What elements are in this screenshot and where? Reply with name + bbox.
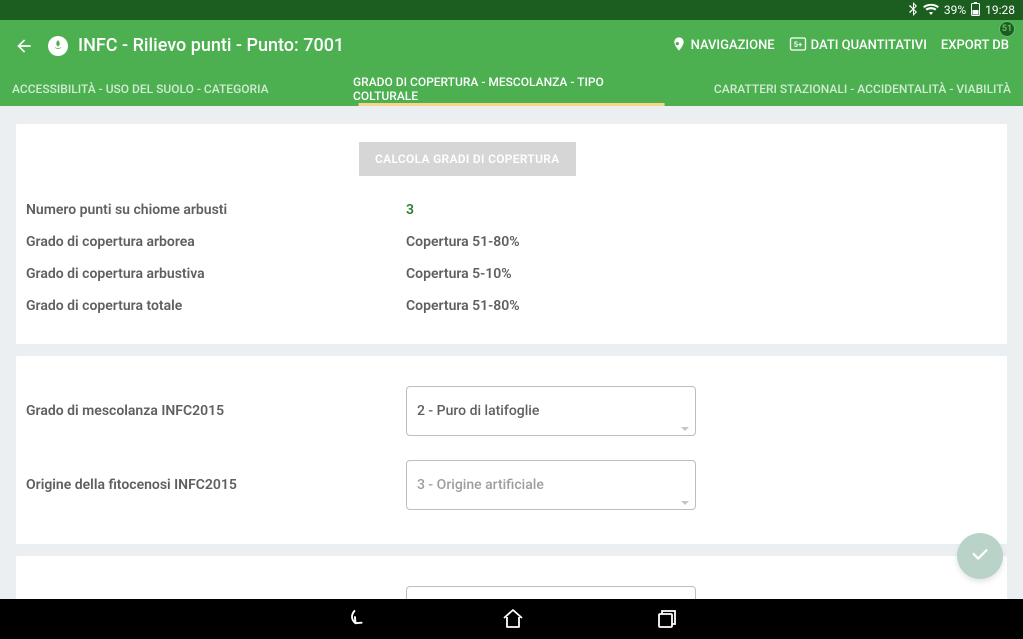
dati-quantitativi-label: DATI QUANTITATIVI bbox=[811, 38, 927, 53]
dati-quantitativi-button[interactable]: 5+ DATI QUANTITATIVI bbox=[789, 36, 927, 56]
wifi-icon bbox=[923, 3, 939, 18]
field-row: Grado di copertura totale Copertura 51-8… bbox=[16, 290, 1007, 322]
field-row: Grado di copertura arbustiva Copertura 5… bbox=[16, 258, 1007, 290]
card-tipo-colturale: Tipo colturale INFC2015 bbox=[16, 556, 1007, 599]
svg-text:5+: 5+ bbox=[793, 40, 801, 49]
bluetooth-icon bbox=[908, 2, 918, 19]
tab-label: ACCESSIBILITÀ - USO DEL SUOLO - CATEGORI… bbox=[12, 82, 269, 96]
select-origine-fitocenosi[interactable]: 3 - Origine artificiale bbox=[406, 460, 696, 510]
nav-back-button[interactable] bbox=[345, 606, 371, 632]
select-row: Tipo colturale INFC2015 bbox=[16, 574, 1007, 599]
check-icon bbox=[969, 543, 991, 569]
nav-recent-button[interactable] bbox=[655, 607, 679, 631]
tab-accessibilita[interactable]: ACCESSIBILITÀ - USO DEL SUOLO - CATEGORI… bbox=[0, 71, 341, 106]
select-label: Origine della fitocenosi INFC2015 bbox=[26, 477, 406, 493]
app-bar: INFC - Rilievo punti - Punto: 7001 NAVIG… bbox=[0, 20, 1023, 71]
status-bar: 39% 19:28 51 bbox=[0, 0, 1023, 20]
field-row: Numero punti su chiome arbusti 3 bbox=[16, 194, 1007, 226]
field-value: 3 bbox=[406, 202, 696, 218]
system-nav-bar bbox=[0, 599, 1023, 639]
tab-grado-copertura[interactable]: GRADO DI COPERTURA - MESCOLANZA - TIPO C… bbox=[341, 71, 682, 106]
confirm-fab[interactable] bbox=[957, 533, 1003, 579]
app-logo-icon bbox=[48, 36, 68, 56]
field-value: Copertura 51-80% bbox=[406, 234, 696, 250]
calcola-button[interactable]: CALCOLA GRADI DI COPERTURA bbox=[359, 142, 576, 176]
select-row: Origine della fitocenosi INFC2015 3 - Or… bbox=[16, 448, 1007, 522]
select-mescolanza[interactable]: 2 - Puro di latifoglie bbox=[406, 386, 696, 436]
select-label: Grado di mescolanza INFC2015 bbox=[26, 403, 406, 419]
navigazione-label: NAVIGAZIONE bbox=[691, 38, 775, 53]
select-tipo-colturale[interactable] bbox=[406, 586, 696, 599]
back-button[interactable] bbox=[14, 36, 34, 56]
field-label: Grado di copertura arbustiva bbox=[26, 266, 406, 282]
page-title: INFC - Rilievo punti - Punto: 7001 bbox=[78, 35, 671, 56]
location-icon bbox=[671, 36, 687, 56]
field-value: Copertura 51-80% bbox=[406, 298, 696, 314]
export-db-button[interactable]: EXPORT DB bbox=[941, 38, 1009, 53]
card-mescolanza: Grado di mescolanza INFC2015 2 - Puro di… bbox=[16, 356, 1007, 544]
content-scroll[interactable]: CALCOLA GRADI DI COPERTURA Numero punti … bbox=[0, 106, 1023, 599]
battery-pct: 39% bbox=[944, 3, 966, 17]
tab-caratteri-stazionali[interactable]: CARATTERI STAZIONALI - ACCIDENTALITÀ - V… bbox=[682, 71, 1023, 106]
nav-home-button[interactable] bbox=[501, 607, 525, 631]
field-label: Grado di copertura totale bbox=[26, 298, 406, 314]
tab-label: CARATTERI STAZIONALI - ACCIDENTALITÀ - V… bbox=[714, 82, 1011, 96]
select-row: Grado di mescolanza INFC2015 2 - Puro di… bbox=[16, 374, 1007, 448]
chevron-down-icon bbox=[681, 427, 689, 431]
field-label: Grado di copertura arborea bbox=[26, 234, 406, 250]
notification-badge-container: 51 bbox=[999, 20, 1015, 37]
data-icon: 5+ bbox=[789, 36, 807, 56]
navigazione-button[interactable]: NAVIGAZIONE bbox=[671, 36, 775, 56]
select-placeholder: 3 - Origine artificiale bbox=[417, 477, 544, 493]
select-value: 2 - Puro di latifoglie bbox=[417, 403, 539, 419]
field-value: Copertura 5-10% bbox=[406, 266, 696, 282]
notification-badge: 51 bbox=[999, 21, 1015, 37]
field-label: Numero punti su chiome arbusti bbox=[26, 202, 406, 218]
status-time: 19:28 bbox=[985, 3, 1015, 17]
card-coperture: CALCOLA GRADI DI COPERTURA Numero punti … bbox=[16, 124, 1007, 344]
battery-icon bbox=[971, 2, 980, 19]
chevron-down-icon bbox=[681, 501, 689, 505]
tab-bar: ACCESSIBILITÀ - USO DEL SUOLO - CATEGORI… bbox=[0, 71, 1023, 106]
field-row: Grado di copertura arborea Copertura 51-… bbox=[16, 226, 1007, 258]
export-db-label: EXPORT DB bbox=[941, 38, 1009, 53]
tab-label: GRADO DI COPERTURA - MESCOLANZA - TIPO C… bbox=[353, 75, 670, 103]
